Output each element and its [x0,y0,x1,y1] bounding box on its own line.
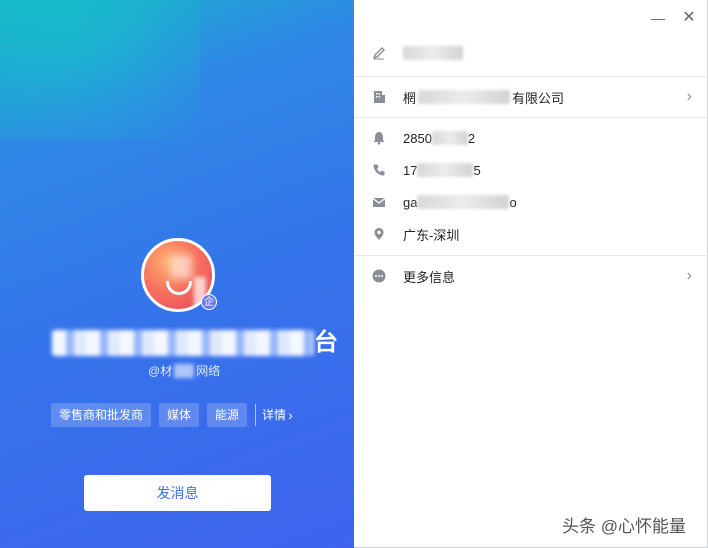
avatar-smile-graphic [166,281,192,295]
profile-handle-suffix: 网络 [196,364,221,378]
email-address-prefix: ga [403,194,418,210]
phone-icon [371,162,387,178]
qq-number-suffix: 2 [467,130,476,146]
company-name: 棢 有限公司 [403,88,564,107]
tag-energy: 能源 [207,403,248,427]
email-address-mosaic [417,195,510,209]
bell-icon [371,130,387,146]
divider [354,255,708,256]
location-text: 广东-深圳 [403,227,460,243]
industry-tags: 零售商和批发商 媒体 能源 详情 › [51,403,293,427]
divider [354,117,708,118]
signature-mosaic [403,46,463,60]
signature-row[interactable] [354,37,708,69]
location-row[interactable]: 广东-深圳 [354,218,708,250]
chevron-right-icon: › [288,407,293,423]
mail-icon [371,194,387,210]
signature-text [403,46,463,60]
email-row[interactable]: ga o [354,186,708,218]
phone-row[interactable]: 17 5 [354,154,708,186]
qq-number-mosaic [431,131,468,145]
close-button[interactable]: ✕ [679,8,699,28]
profile-handle-prefix: @材 [148,364,173,378]
avatar-container[interactable]: 企 [141,238,217,312]
email-address: ga o [403,195,517,210]
phone-number-mosaic [417,163,474,177]
more-dots-icon [371,268,387,284]
qq-number: 2850 2 [403,131,475,146]
profile-handle: @材 网络 [148,362,220,380]
tag-media: 媒体 [159,403,200,427]
details-link-label[interactable]: 详情 [262,403,286,427]
company-name-prefix: 棢 [403,90,417,106]
company-name-mosaic [418,90,511,104]
chevron-right-icon: › [686,88,692,105]
company-name-suffix: 有限公司 [512,90,565,106]
building-icon [371,89,387,105]
minimize-button[interactable]: — [648,8,668,28]
more-info-row[interactable]: 更多信息 › [354,260,708,292]
profile-name: 台 [50,326,350,360]
profile-info-panel: — ✕ 棢 有限公司 › 2850 2 17 5 ga o 广东-深圳 更多信息… [354,0,708,548]
more-info-label: 更多信息 [403,269,456,285]
phone-number: 17 5 [403,163,481,178]
details-link[interactable]: 详情 › [262,403,293,427]
profile-handle-mosaic [174,364,195,378]
profile-name-mosaic [52,330,314,356]
enterprise-badge: 企 [201,294,217,310]
phone-number-suffix: 5 [473,162,481,178]
company-row[interactable]: 棢 有限公司 › [354,81,708,113]
email-address-suffix: o [509,194,517,210]
chevron-right-icon: › [686,267,692,284]
edit-icon [371,45,387,61]
watermark: 头条 @心怀能量 [562,517,686,536]
qq-number-prefix: 2850 [403,130,432,146]
divider [354,76,708,77]
send-message-button[interactable]: 发消息 [84,475,271,511]
profile-name-suffix: 台 [314,329,338,356]
phone-number-prefix: 17 [403,162,418,178]
tag-retail: 零售商和批发商 [51,403,152,427]
tags-divider [255,404,257,426]
location-pin-icon [371,226,387,242]
profile-card-panel: 企 台 @材 网络 零售商和批发商 媒体 能源 详情 › 发消息 [0,0,354,548]
qq-row[interactable]: 2850 2 [354,122,708,154]
avatar-mosaic [170,255,192,279]
